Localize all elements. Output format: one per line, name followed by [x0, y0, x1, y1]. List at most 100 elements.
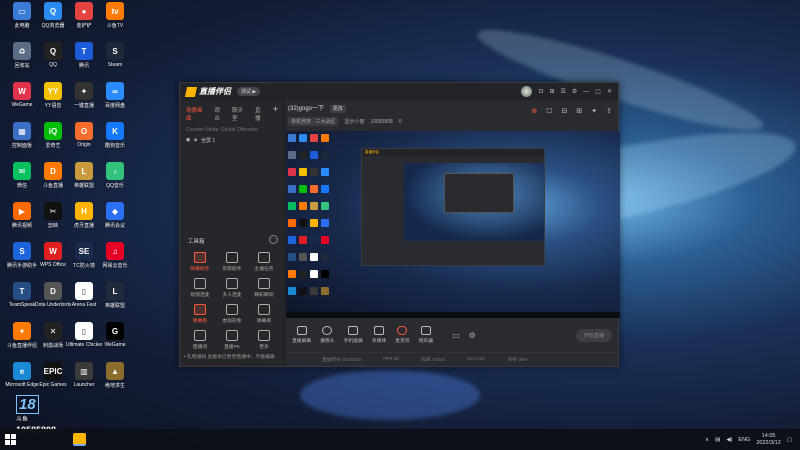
tab-scene[interactable]: 场景画面: [186, 106, 207, 122]
maximize-icon[interactable]: ▢: [595, 88, 601, 95]
effects-icon[interactable]: ✦: [591, 107, 597, 115]
desktop-icon-label: 斗鱼TV: [106, 23, 124, 29]
desktop-icon[interactable]: ◆ 腾讯会议: [97, 202, 133, 242]
preview-icon: [288, 168, 296, 176]
video-icon[interactable]: ▭: [452, 331, 460, 340]
tool-item[interactable]: 弹幕库: [248, 304, 280, 324]
settings-icon[interactable]: ⚙: [469, 331, 476, 340]
eye-icon[interactable]: ◉: [186, 137, 190, 144]
tool-item[interactable]: 直播间: [184, 330, 216, 350]
share-icon[interactable]: ⇪: [606, 107, 612, 115]
preview-icon: [310, 185, 318, 193]
desktop-icon[interactable]: ♫ 网易云音乐: [97, 242, 133, 282]
desktop-icon[interactable]: G WeGame: [97, 322, 133, 362]
microphone-icon: [397, 326, 408, 335]
network-icon[interactable]: ▤: [715, 437, 720, 443]
app-icon: ▭: [13, 2, 31, 20]
taskbar-app-icon[interactable]: [73, 433, 86, 446]
desktop-icon-label: QQ音乐: [106, 183, 124, 189]
speaker-icon: [420, 326, 431, 335]
gift-icon[interactable]: ⊕: [531, 107, 537, 115]
app-icon: S: [106, 42, 124, 60]
nested-title: 直播伴侣: [362, 149, 544, 156]
layout-icon[interactable]: ☐: [546, 107, 552, 115]
start-button[interactable]: [0, 429, 21, 450]
desktop-icon[interactable]: ♪ QQ音乐: [97, 162, 133, 202]
language-indicator[interactable]: ENG: [738, 437, 750, 443]
version-badge[interactable]: 测试 ▶: [237, 87, 261, 96]
tool-item[interactable]: 弹幕姬: [184, 304, 216, 324]
preview-icon: [321, 134, 329, 142]
volume-icon[interactable]: ◀): [726, 437, 732, 443]
phone-cast-button[interactable]: 手机投屏: [344, 326, 363, 344]
notification-center-icon[interactable]: ▢: [787, 437, 792, 443]
app-icon: ✦: [13, 322, 31, 340]
tool-item[interactable]: 精彩瞬间: [248, 278, 280, 298]
preview-icon: [288, 202, 296, 210]
preview-icon: [299, 253, 307, 261]
toolbox-more-icon[interactable]: ···: [269, 235, 278, 244]
settings-icon[interactable]: ⚙: [572, 88, 577, 95]
tool-item[interactable]: 房管助手: [216, 252, 248, 272]
scene-item[interactable]: ◉ 🔒︎ 全屏 1: [180, 135, 284, 146]
clock[interactable]: 14:05 2022/3/12: [756, 433, 780, 447]
app-icon: L: [75, 162, 93, 180]
tool-item[interactable]: 更多: [248, 330, 280, 350]
speaker-button[interactable]: 扬声器: [419, 326, 433, 344]
camera-button[interactable]: 摄像头: [320, 326, 335, 344]
desktop-icon[interactable]: S Steam: [97, 42, 133, 82]
desktop-icon[interactable]: ▲ 绝地求生: [97, 362, 133, 402]
close-icon[interactable]: ✕: [607, 88, 612, 95]
tool-icon: [226, 304, 238, 315]
tab-audience[interactable]: 观众: [214, 106, 225, 122]
screen-capture-button[interactable]: 直播屏幕: [292, 326, 311, 344]
avatar[interactable]: [521, 86, 533, 97]
media-button[interactable]: 多媒体: [372, 326, 386, 344]
preview-icon: [310, 236, 318, 244]
notification-icon[interactable]: ⊡: [538, 88, 543, 95]
tool-item[interactable]: 主播任务: [248, 252, 280, 272]
cover-toggle[interactable]: 显示小窗: [344, 118, 364, 125]
minimize-icon[interactable]: —: [583, 89, 589, 95]
tab-live[interactable]: 直播: [255, 106, 266, 122]
tool-item[interactable]: 多人连麦: [216, 278, 248, 298]
add-scene-icon[interactable]: +: [273, 105, 278, 122]
tab-chat[interactable]: 聊天室: [232, 106, 248, 122]
preview-icon: [310, 270, 318, 278]
preview-icon: [310, 168, 318, 176]
grid-icon[interactable]: ⊞: [549, 88, 554, 95]
app-icon: ♪: [106, 162, 124, 180]
stream-preview[interactable]: 直播伴侣: [286, 131, 620, 318]
preview-icon: [310, 202, 318, 210]
tool-item[interactable]: 直播PK: [216, 330, 248, 350]
room-category[interactable]: 单机竞技 · 三大战区: [288, 117, 339, 126]
desktop-icon[interactable]: L 英雄联盟: [97, 282, 133, 322]
app-icon: iQ: [44, 122, 62, 140]
start-live-button[interactable]: 开始直播: [575, 328, 612, 342]
source-item[interactable]: Counter-Strike: Global Offensive: [180, 125, 284, 135]
lock-icon[interactable]: 🔒︎: [194, 137, 197, 144]
window-icon[interactable]: ⊟: [562, 107, 568, 115]
tool-item[interactable]: 弹幕助手: [184, 252, 216, 272]
app-icon: ✉: [13, 162, 31, 180]
preview-icon: [321, 287, 329, 295]
tool-item[interactable]: 视频连麦: [184, 278, 216, 298]
microphone-button[interactable]: 麦克风: [395, 326, 410, 344]
menu-icon[interactable]: ☰: [561, 88, 566, 95]
tool-icon: [194, 330, 206, 341]
desktop-icon[interactable]: K 酷狗音乐: [97, 122, 133, 162]
tool-item[interactable]: 虚拟形象: [216, 304, 248, 324]
title-bar[interactable]: 直播伴侣 测试 ▶ ⊡ ⊞ ☰ ⚙ — ▢ ✕: [180, 83, 618, 100]
panel-icon[interactable]: ⊞: [576, 107, 582, 115]
nested-preview: [404, 163, 544, 241]
edit-room-button[interactable]: 更改: [329, 105, 346, 113]
status-notice: • 礼物通知 此版本已暂停直播中，不能编辑: [184, 355, 275, 360]
desktop-icon[interactable]: tv 斗鱼TV: [97, 2, 133, 42]
preview-icon: [299, 287, 307, 295]
camera-icon: [322, 326, 333, 335]
desktop-icon[interactable]: ∞ 百度网盘: [97, 82, 133, 122]
tool-icon: [258, 330, 270, 341]
preview-icon: [288, 236, 296, 244]
app-icon: ▲: [106, 362, 124, 380]
tray-chevron-icon[interactable]: ∧: [705, 437, 709, 443]
